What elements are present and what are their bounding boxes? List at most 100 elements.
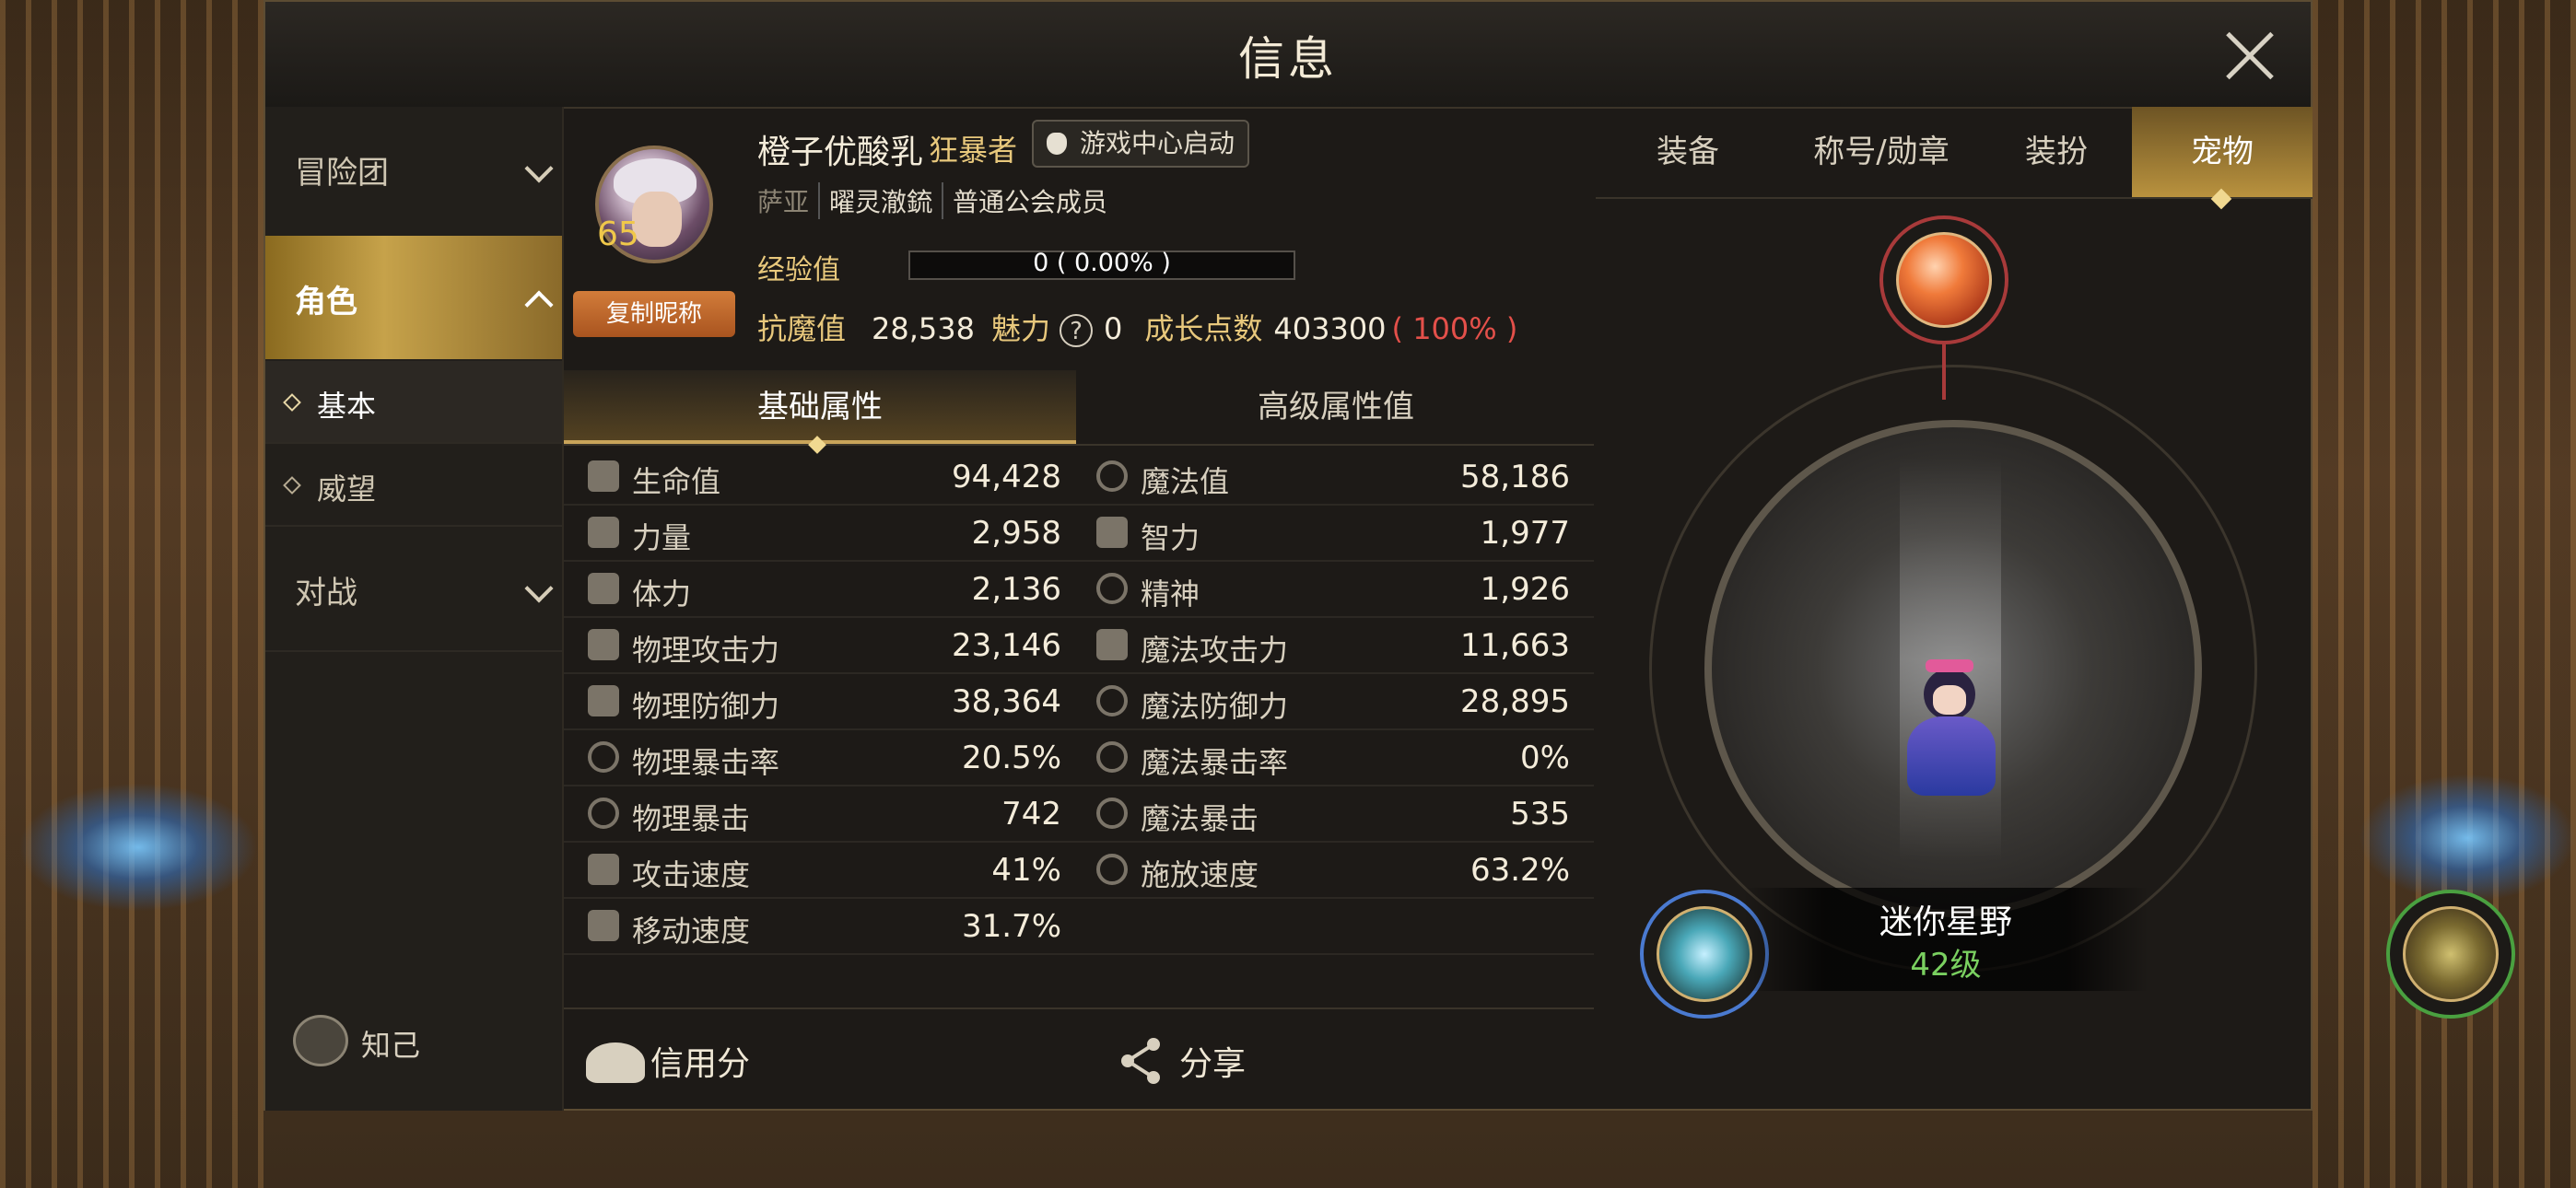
shell-icon bbox=[2403, 906, 2499, 1002]
background-portal-left bbox=[18, 783, 258, 912]
tab-label: 基础属性 bbox=[757, 389, 883, 425]
share-button[interactable]: 分享 bbox=[1117, 1009, 1301, 1112]
game-center-button[interactable]: 游戏中心启动 bbox=[1032, 120, 1250, 168]
attr-cell: 力量 2,958 bbox=[564, 504, 1061, 560]
attr-value: 0% bbox=[1520, 740, 1570, 776]
attr-label: 魔法值 bbox=[1141, 464, 1230, 499]
table-row: 物理暴击 742 魔法暴击 535 bbox=[564, 785, 1594, 843]
pet-crown bbox=[1926, 659, 1973, 672]
attr-value: 742 bbox=[1001, 796, 1061, 833]
crosshair-icon bbox=[588, 741, 619, 773]
help-icon[interactable]: ? bbox=[1060, 314, 1093, 347]
magic-star-icon bbox=[1096, 629, 1128, 660]
background-portal-right bbox=[2359, 774, 2576, 903]
sidebar-item-label: 威望 bbox=[317, 472, 377, 507]
connector-line bbox=[1942, 344, 1946, 400]
attr-cell: 魔法暴击 535 bbox=[1072, 785, 1570, 841]
attr-cell: 魔法值 58,186 bbox=[1072, 448, 1570, 504]
title-bar: 信息 bbox=[265, 2, 2311, 109]
sidebar-group-adventure[interactable]: 冒险团 bbox=[265, 107, 562, 230]
attr-label: 物理暴击 bbox=[632, 801, 751, 836]
attr-cell: 魔法暴击率 0% bbox=[1072, 728, 1570, 785]
sidebar-group-character[interactable]: 角色 bbox=[265, 236, 562, 359]
attr-value: 63.2% bbox=[1469, 852, 1570, 889]
feather-icon bbox=[1657, 906, 1752, 1002]
game-center-label: 游戏中心启动 bbox=[1080, 128, 1235, 158]
bottom-action-bar: 信用分 分享 bbox=[564, 1007, 1594, 1112]
target-icon bbox=[1096, 798, 1128, 829]
pet-info: 迷你星野 42级 bbox=[1743, 888, 2149, 991]
resist-label: 抗魔值 bbox=[757, 311, 847, 346]
mana-heart-icon bbox=[1096, 460, 1128, 492]
chevron-down-icon bbox=[524, 574, 554, 603]
attr-cell: 移动速度 31.7% bbox=[564, 897, 1061, 953]
table-row: 体力 2,136 精神 1,926 bbox=[564, 560, 1594, 618]
attr-cell: 攻击速度 41% bbox=[564, 841, 1061, 897]
attr-cell: 魔法攻击力 11,663 bbox=[1072, 616, 1570, 672]
attr-label: 施放速度 bbox=[1141, 857, 1259, 892]
attr-value: 41% bbox=[991, 852, 1061, 889]
attr-cell: 智力 1,977 bbox=[1072, 504, 1570, 560]
table-row: 物理防御力 38,364 魔法防御力 28,895 bbox=[564, 672, 1594, 730]
attr-cell: 物理防御力 38,364 bbox=[564, 672, 1061, 728]
diamond-icon bbox=[283, 476, 301, 495]
sidebar: 冒险团 角色 基本 威望 对战 知己 bbox=[265, 107, 564, 1111]
attr-value: 1,926 bbox=[1480, 571, 1570, 608]
orb-icon bbox=[1896, 232, 1992, 328]
pet-sprite[interactable] bbox=[1898, 659, 1999, 807]
attr-cell: 生命值 94,428 bbox=[564, 448, 1061, 504]
attr-label: 物理防御力 bbox=[632, 689, 780, 724]
pet-face bbox=[1933, 685, 1966, 715]
tab-equipment[interactable]: 装备 bbox=[1596, 107, 1780, 197]
sidebar-item-prestige[interactable]: 威望 bbox=[265, 444, 562, 527]
sidebar-item-basic[interactable]: 基本 bbox=[265, 361, 562, 444]
sidebar-group-label: 角色 bbox=[295, 284, 357, 320]
attr-value: 58,186 bbox=[1460, 459, 1570, 495]
attr-label: 智力 bbox=[1141, 520, 1200, 555]
attr-cell: 施放速度 63.2% bbox=[1072, 841, 1570, 897]
confidant-icon bbox=[293, 1015, 348, 1066]
attr-label: 体力 bbox=[632, 577, 692, 611]
close-button[interactable] bbox=[2222, 28, 2277, 83]
tab-pet[interactable]: 宠物 bbox=[2132, 107, 2313, 210]
heart-icon bbox=[588, 460, 619, 492]
attr-label: 生命值 bbox=[632, 464, 721, 499]
copy-name-button[interactable]: 复制昵称 bbox=[573, 291, 735, 337]
table-row: 物理攻击力 23,146 魔法攻击力 11,663 bbox=[564, 616, 1594, 674]
attr-label: 魔法防御力 bbox=[1141, 689, 1289, 724]
character-tags: 萨亚 曜灵澈鋶 普通公会成员 bbox=[757, 182, 1117, 219]
character-panel: 65 复制昵称 橙子优酸乳 狂暴者 游戏中心启动 萨亚 曜灵澈鋶 普通公会成员 经验… bbox=[564, 107, 1594, 1111]
tab-basic-attributes[interactable]: 基础属性 bbox=[564, 370, 1076, 454]
growth-percent: ( 100% ) bbox=[1391, 311, 1518, 346]
tab-label: 宠物 bbox=[2191, 134, 2254, 170]
attr-value: 2,958 bbox=[971, 515, 1061, 552]
confidant-label: 知己 bbox=[361, 1028, 421, 1063]
tab-costume[interactable]: 装扮 bbox=[1983, 107, 2130, 197]
active-diamond-icon bbox=[2210, 188, 2232, 210]
credit-score-button[interactable]: 信用分 bbox=[586, 1009, 789, 1112]
attack-speed-icon bbox=[588, 854, 619, 885]
hand-icon bbox=[1047, 133, 1067, 155]
attr-cell: 体力 2,136 bbox=[564, 560, 1061, 616]
attr-cell: 魔法防御力 28,895 bbox=[1072, 672, 1570, 728]
attr-label: 魔法攻击力 bbox=[1141, 633, 1289, 668]
summary-stats: 抗魔值 28,538 魅力? 0 成长点数 403300( 100% ) bbox=[757, 306, 1517, 348]
boot-icon bbox=[588, 910, 619, 941]
exp-bar: 0 ( 0.00% ) bbox=[908, 249, 1295, 280]
crosshair-icon bbox=[588, 798, 619, 829]
yin-yang-icon bbox=[1096, 685, 1128, 716]
attr-label: 魔法暴击率 bbox=[1141, 745, 1289, 780]
server-tag: 萨亚 bbox=[757, 187, 810, 217]
credit-score-label: 信用分 bbox=[650, 1045, 751, 1083]
attr-label: 精神 bbox=[1141, 577, 1200, 611]
avatar-face bbox=[632, 192, 682, 247]
attr-label: 攻击速度 bbox=[632, 857, 751, 892]
sidebar-group-battle[interactable]: 对战 bbox=[265, 527, 562, 652]
tab-titles-medals[interactable]: 称号/勋章 bbox=[1780, 107, 1983, 197]
pet-equipment-slot-right[interactable] bbox=[2386, 890, 2515, 1019]
attribute-tabs: 基础属性 高级属性值 bbox=[564, 370, 1594, 454]
charm-label: 魅力 bbox=[990, 311, 1050, 346]
tab-advanced-attributes[interactable]: 高级属性值 bbox=[1080, 370, 1592, 444]
pet-orb-slot[interactable] bbox=[1879, 215, 2008, 344]
target-icon bbox=[1096, 741, 1128, 773]
